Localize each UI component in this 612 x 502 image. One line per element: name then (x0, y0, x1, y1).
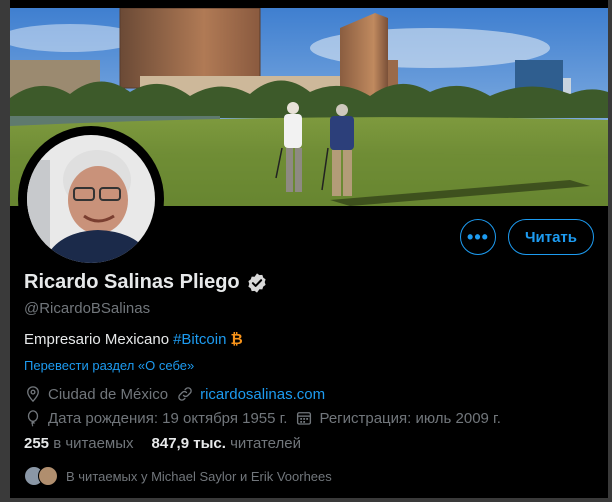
website-item: ricardosalinas.com (176, 385, 325, 403)
joined-item: Регистрация: июль 2009 г. (295, 409, 501, 427)
profile-actions: ••• Читать (459, 219, 594, 255)
window-frame-bottom (0, 498, 612, 502)
follow-button[interactable]: Читать (507, 219, 594, 255)
followers-label: читателей (230, 435, 301, 452)
known-followers-avatars (24, 466, 58, 486)
following-stat[interactable]: 255 в читаемых (24, 435, 134, 452)
profile-meta: Ciudad de México ricardosalinas.com Дата… (24, 385, 594, 427)
profile-handle: @RicardoBSalinas (24, 300, 151, 317)
following-label: в читаемых (53, 435, 134, 452)
more-icon: ••• (467, 226, 489, 247)
profile-name: Ricardo Salinas Pliego (24, 271, 240, 293)
birthday-item: Дата рождения: 19 октября 1955 г. (24, 409, 287, 427)
follow-button-label: Читать (524, 228, 577, 246)
translate-bio-link[interactable]: Перевести раздел «О себе» (24, 358, 594, 373)
followers-count: 847,9 тыс. (151, 435, 226, 452)
bio-text: Empresario Mexicano (24, 331, 170, 348)
known-followers-text: В читаемых у Michael Saylor и Erik Voorh… (66, 468, 332, 484)
profile-bio: Empresario Mexicano #Bitcoin ₿ (24, 331, 594, 348)
verified-badge-icon[interactable] (246, 272, 268, 294)
location-text: Ciudad de México (48, 385, 169, 403)
profile-info: Ricardo Salinas Pliego @RicardoBSalinas … (24, 271, 594, 486)
following-count: 255 (24, 435, 50, 452)
follow-stats: 255 в читаемых 847,9 тыс. читателей (24, 435, 594, 452)
profile-avatar[interactable] (22, 130, 160, 268)
website-link[interactable]: ricardosalinas.com (200, 386, 325, 403)
calendar-icon (297, 412, 312, 425)
bio-hashtag-link[interactable]: #Bitcoin (173, 331, 226, 348)
birth-date-text: Дата рождения: 19 октября 1955 г. (48, 409, 288, 427)
window-frame-left (0, 0, 10, 502)
followers-stat[interactable]: 847,9 тыс. читателей (152, 435, 301, 452)
more-options-button[interactable]: ••• (459, 219, 496, 255)
meta-row-1: Ciudad de México ricardosalinas.com (24, 385, 594, 403)
known-followers[interactable]: В читаемых у Michael Saylor и Erik Voorh… (24, 466, 594, 486)
balloon-icon (27, 410, 39, 427)
joined-text: Регистрация: июль 2009 г. (319, 409, 501, 427)
name-row: Ricardo Salinas Pliego (24, 271, 594, 294)
known-follower-avatar (38, 466, 58, 486)
link-icon (178, 387, 192, 401)
location-item: Ciudad de México (24, 385, 168, 403)
meta-row-2: Дата рождения: 19 октября 1955 г. Регист… (24, 409, 594, 427)
window-frame-right (608, 0, 612, 502)
bitcoin-icon: ₿ (230, 331, 243, 348)
location-pin-icon (27, 386, 39, 403)
